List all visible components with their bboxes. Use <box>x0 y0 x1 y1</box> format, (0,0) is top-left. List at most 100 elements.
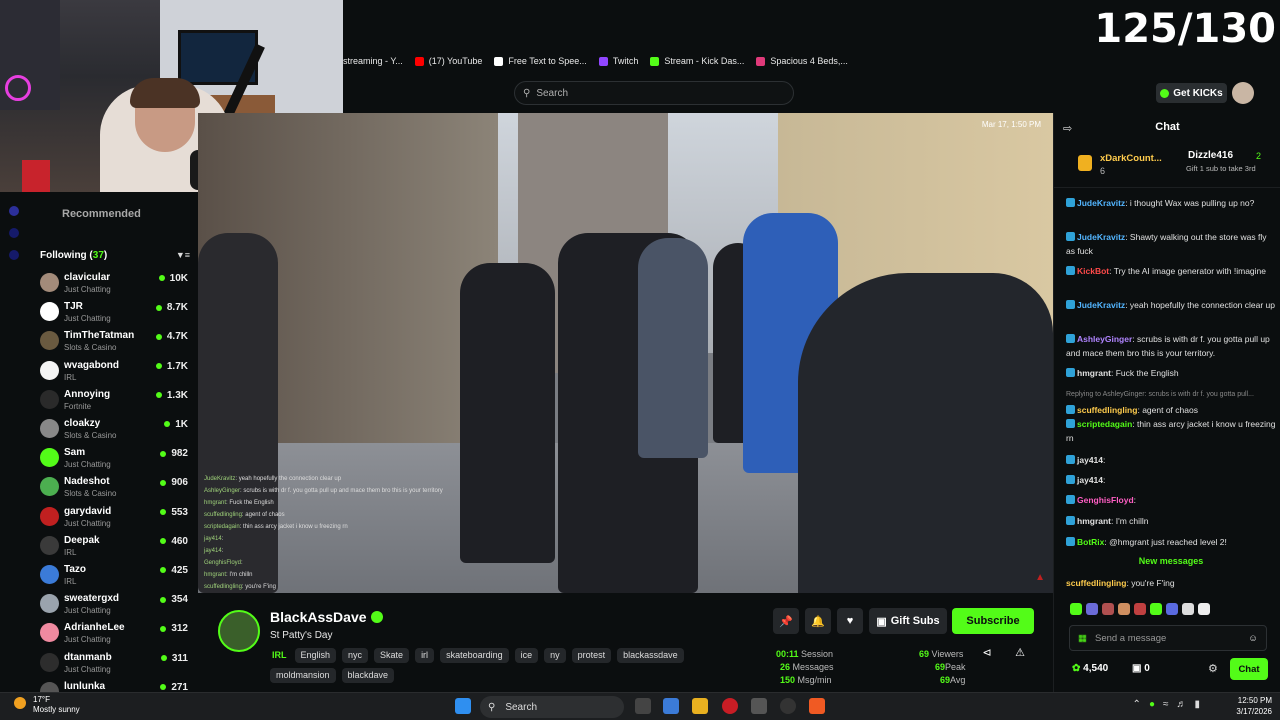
sidebar-channel[interactable]: wvagabond IRL 1.7K <box>38 358 188 387</box>
chat-username[interactable]: GenghisFloyd <box>1077 495 1134 505</box>
stream-tag[interactable]: irl <box>415 648 435 663</box>
sidebar-channel[interactable]: Annoying Fortnite 1.3K <box>38 387 188 416</box>
chat-username[interactable]: JudeKravitz <box>1077 198 1125 208</box>
sort-icon[interactable]: ▼≡ <box>176 250 190 260</box>
volume-icon[interactable]: ♬ <box>1176 699 1186 710</box>
chat-username[interactable]: BotRix <box>1077 537 1104 547</box>
sidebar-channel[interactable]: Sam Just Chatting 982 <box>38 445 188 474</box>
stream-tag[interactable]: ice <box>514 648 539 663</box>
stream-tag[interactable]: English <box>294 648 337 663</box>
sidebar-channel[interactable]: sweatergxd Just Chatting 354 <box>38 591 188 620</box>
chat-username[interactable]: hmgrant <box>1077 516 1111 526</box>
bookmark-spacious[interactable]: Spacious 4 Beds,... <box>756 56 848 66</box>
following-heading[interactable]: Following (37) ▼≡ <box>40 250 190 261</box>
pin-button[interactable]: 📌 <box>773 608 799 634</box>
weather-widget[interactable]: 17°F Mostly sunny <box>14 695 80 715</box>
chat-username[interactable]: KickBot <box>1077 266 1109 276</box>
emote-icon[interactable] <box>1118 603 1130 615</box>
bookmark-youtube[interactable]: (17) YouTube <box>414 56 482 66</box>
brave-icon[interactable] <box>809 698 825 714</box>
bookmark-twitch[interactable]: Twitch <box>598 56 638 66</box>
notifications-button[interactable]: 🔔 <box>805 608 831 634</box>
battery-icon[interactable]: ▮ <box>1194 699 1200 710</box>
clock[interactable]: 12:50 PM 3/17/2026 <box>1236 695 1272 717</box>
new-messages-divider[interactable]: New messages <box>1066 556 1276 566</box>
share-button[interactable]: ⊲ <box>977 642 997 662</box>
category-link[interactable]: IRL <box>270 648 289 663</box>
chat-username[interactable]: hmgrant <box>1077 368 1111 378</box>
video-player[interactable]: Mar 17, 1:50 PM JudeKravitz: yeah hopefu… <box>198 113 1053 593</box>
emote-icon[interactable] <box>1150 603 1162 615</box>
bookmark-streaming[interactable]: streaming - Y... <box>343 56 403 66</box>
emote-icon[interactable] <box>1166 603 1178 615</box>
emote-icon[interactable] <box>1102 603 1114 615</box>
leader-name-2[interactable]: Dizzle416 <box>1188 150 1233 161</box>
emote-icon[interactable] <box>1086 603 1098 615</box>
sidebar-channel[interactable]: Nadeshot Slots & Casino 906 <box>38 474 188 503</box>
sidebar-channel[interactable]: TJR Just Chatting 8.7K <box>38 299 188 328</box>
rail-icon[interactable] <box>9 228 19 238</box>
sidebar-channel[interactable]: TimTheTatman Slots & Casino 4.7K <box>38 328 188 357</box>
stream-tag[interactable]: moldmansion <box>270 668 336 683</box>
chat-username[interactable]: JudeKravitz <box>1077 300 1125 310</box>
chat-input[interactable]: ▦ Send a message ☺ <box>1069 625 1267 651</box>
streamer-avatar[interactable] <box>218 610 260 652</box>
sidebar-channel[interactable]: lunlunka 271 <box>38 679 188 692</box>
rail-icon[interactable] <box>9 206 19 216</box>
chat-username[interactable]: scuffedlingling <box>1077 405 1137 415</box>
sidebar-channel[interactable]: garydavid Just Chatting 553 <box>38 504 188 533</box>
chat-username[interactable]: jay414 <box>1077 475 1103 485</box>
emote-icon[interactable] <box>1134 603 1146 615</box>
emote-icon[interactable] <box>1198 603 1210 615</box>
chat-text: agent of chaos <box>1142 405 1198 415</box>
stream-tag[interactable]: Skate <box>374 648 410 663</box>
chat-username[interactable]: JudeKravitz <box>1077 232 1125 242</box>
wifi-icon[interactable]: ≈ <box>1163 699 1169 710</box>
subscribe-button[interactable]: Subscribe <box>952 608 1034 634</box>
chevron-up-icon[interactable]: ⌃ <box>1133 699 1141 710</box>
get-kicks-button[interactable]: Get KICKs <box>1156 83 1227 103</box>
stream-tag[interactable]: nyc <box>342 648 369 663</box>
search-input[interactable]: ⚲ Search <box>514 81 794 105</box>
user-avatar[interactable] <box>1232 82 1254 104</box>
send-chat-button[interactable]: Chat <box>1230 658 1268 680</box>
stream-tag[interactable]: blackdave <box>341 668 395 683</box>
chat-username[interactable]: scuffedlingling <box>1066 578 1126 588</box>
chat-username[interactable]: AshleyGinger <box>1077 334 1132 344</box>
taskbar-search[interactable]: ⚲ Search <box>480 696 624 718</box>
stream-tag[interactable]: ny <box>544 648 566 663</box>
chat-username[interactable]: jay414 <box>1077 455 1103 465</box>
copilot-icon[interactable] <box>663 698 679 714</box>
bookmark-kick[interactable]: Stream - Kick Das... <box>650 56 744 66</box>
chat-username[interactable]: scriptedagain <box>1077 419 1132 429</box>
file-explorer-icon[interactable] <box>692 698 708 714</box>
stream-tag[interactable]: blackassdave <box>617 648 684 663</box>
rail-icon[interactable] <box>9 250 19 260</box>
kicks-balance[interactable]: ✿ 4,540 <box>1072 663 1108 674</box>
emote-icon[interactable] <box>1182 603 1194 615</box>
streak-counter[interactable]: ▣ 0 <box>1132 663 1150 674</box>
app-icon[interactable] <box>780 698 796 714</box>
opera-icon[interactable] <box>722 698 738 714</box>
sidebar-channel[interactable]: Tazo IRL 425 <box>38 562 188 591</box>
report-button[interactable]: ⚠ <box>1010 642 1030 662</box>
streamer-name[interactable]: BlackAssDave <box>270 609 367 625</box>
emoji-icon[interactable]: ☺ <box>1248 633 1258 644</box>
gift-subs-button[interactable]: ▣ Gift Subs <box>869 608 947 634</box>
stream-tag[interactable]: skateboarding <box>440 648 509 663</box>
store-icon[interactable] <box>751 698 767 714</box>
leader-name-1[interactable]: xDarkCount... <box>1100 153 1162 164</box>
sidebar-channel[interactable]: dtanmanb Just Chatting 311 <box>38 650 188 679</box>
sidebar-channel[interactable]: clavicular Just Chatting 10K <box>38 270 188 299</box>
sidebar-channel[interactable]: Deepak IRL 460 <box>38 533 188 562</box>
sidebar-channel[interactable]: AdrianheLee Just Chatting 312 <box>38 620 188 649</box>
windows-start-icon[interactable] <box>455 698 471 714</box>
emote-icon[interactable] <box>1070 603 1082 615</box>
sidebar-channel[interactable]: cloakzy Slots & Casino 1K <box>38 416 188 445</box>
mic-icon[interactable]: ● <box>1149 699 1155 710</box>
settings-gear-icon[interactable]: ⚙ <box>1208 662 1218 675</box>
follow-button[interactable]: ♥ <box>837 608 863 634</box>
task-view-icon[interactable] <box>635 698 651 714</box>
stream-tag[interactable]: protest <box>571 648 612 663</box>
bookmark-tts[interactable]: Free Text to Spee... <box>494 56 587 66</box>
